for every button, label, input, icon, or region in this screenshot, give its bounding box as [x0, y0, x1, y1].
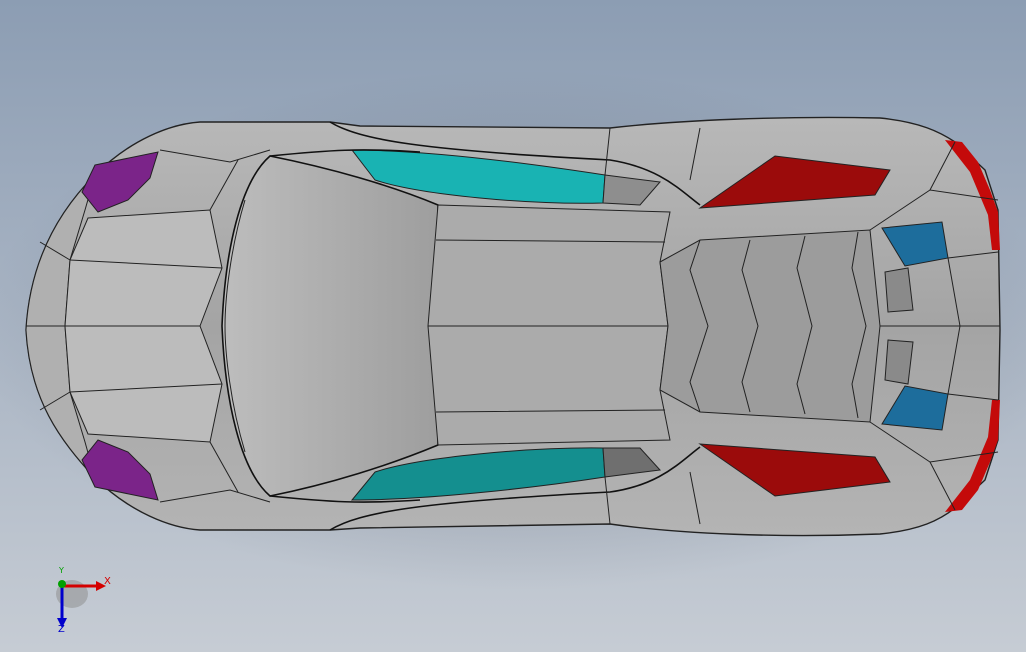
y-axis-dot-icon [58, 580, 66, 588]
exhaust-top [884, 267, 914, 313]
car-model[interactable] [0, 0, 1026, 652]
roof [221, 155, 439, 497]
x-axis-label: X [104, 576, 111, 587]
reference-triad: X Y Z [50, 566, 120, 638]
engine-cover [659, 229, 881, 423]
graphics-viewport[interactable]: X Y Z [0, 0, 1026, 652]
z-axis-label: Z [58, 624, 65, 635]
exhaust-bottom [884, 339, 914, 385]
y-axis-label: Y [59, 566, 64, 575]
